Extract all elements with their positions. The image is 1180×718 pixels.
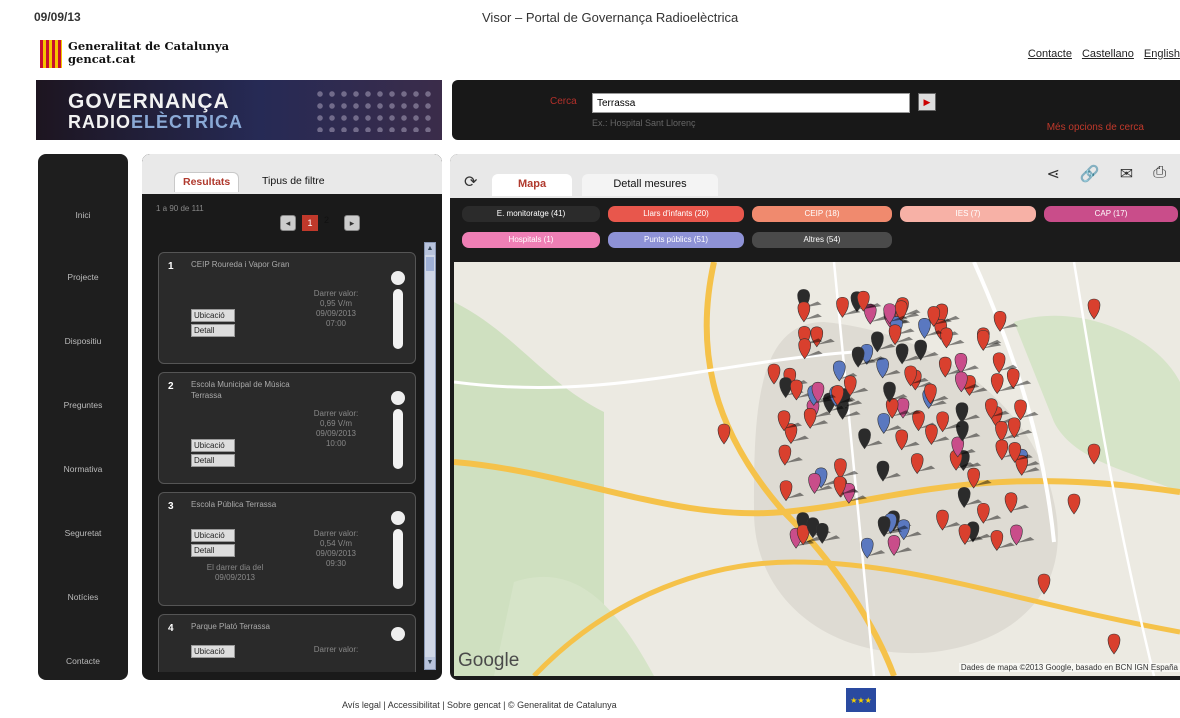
mail-icon[interactable]: ✉ xyxy=(1120,164,1133,184)
sidebar-item-preguntes[interactable]: Preguntes xyxy=(38,400,128,410)
banner-line1: GOVERNANÇA xyxy=(68,90,230,113)
pager-page-2[interactable]: 2 xyxy=(324,215,338,231)
filter-chip[interactable]: Punts públics (51) xyxy=(608,232,744,248)
filter-chip[interactable]: CAP (17) xyxy=(1044,206,1178,222)
map-canvas[interactable]: Google Dades de mapa ©2013 Google, basad… xyxy=(454,262,1180,676)
item-number: 3 xyxy=(168,501,174,512)
level-meter-icon xyxy=(391,391,405,471)
link-english[interactable]: English xyxy=(1144,48,1180,60)
map-base xyxy=(454,262,1180,676)
item-values: Darrer valor: 0,95 V/m 09/09/2013 07:00 xyxy=(313,289,359,328)
print-date: 09/09/13 xyxy=(34,10,81,24)
share-icon[interactable]: ⋖ xyxy=(1046,164,1059,184)
locate-button[interactable]: Ubicació xyxy=(191,309,235,322)
list-item[interactable]: 3 Escola Pública Terrassa Ubicació Detal… xyxy=(158,492,416,606)
tab-tipus-filtre[interactable]: Tipus de filtre xyxy=(254,172,333,192)
detail-button[interactable]: Detall xyxy=(191,544,235,557)
gencat-domain: gencat.cat xyxy=(68,52,136,66)
sidebar-item-projecte[interactable]: Projecte xyxy=(38,272,128,282)
list-item[interactable]: 4 Parque Plató Terrassa Ubicació Darrer … xyxy=(158,614,416,672)
link-castellano[interactable]: Castellano xyxy=(1082,48,1134,60)
results-list: 1 CEIP Roureda i Vapor Gran Ubicació Det… xyxy=(150,246,424,672)
search-hint: Ex.: Hospital Sant Llorenç xyxy=(592,118,696,128)
item-values: Darrer valor: 0,69 V/m 09/09/2013 10:00 xyxy=(313,409,359,448)
item-number: 2 xyxy=(168,381,174,392)
locate-button[interactable]: Ubicació xyxy=(191,645,235,658)
scroll-down-icon[interactable]: ▼ xyxy=(425,657,435,669)
google-logo: Google xyxy=(458,650,520,671)
chevron-right-icon: ▸ xyxy=(349,217,355,228)
gencat-logo[interactable]: Generalitat de Catalunya gencat.cat xyxy=(40,40,229,68)
level-meter-icon xyxy=(391,627,405,672)
filter-chip[interactable]: IES (7) xyxy=(900,206,1036,222)
play-icon: ▶ xyxy=(923,96,931,107)
tab-mapa[interactable]: Mapa xyxy=(492,174,572,196)
detail-button[interactable]: Detall xyxy=(191,324,235,337)
link-contacte[interactable]: Contacte xyxy=(1028,48,1072,60)
senyera-icon xyxy=(40,40,62,68)
search-input[interactable] xyxy=(592,93,910,113)
search-go-button[interactable]: ▶ xyxy=(918,93,936,111)
filter-chip[interactable]: Altres (54) xyxy=(752,232,892,248)
locate-button[interactable]: Ubicació xyxy=(191,529,235,542)
item-values: Darrer valor: xyxy=(313,645,359,654)
sidebar-item-noticies[interactable]: Notícies xyxy=(38,592,128,602)
search-bar: Cerca ▶ Ex.: Hospital Sant Llorenç Més o… xyxy=(452,80,1180,140)
print-icon[interactable]: ⎙ xyxy=(1153,164,1166,184)
level-meter-icon xyxy=(391,511,405,591)
search-label: Cerca xyxy=(550,96,577,107)
refresh-icon[interactable]: ⟳ xyxy=(464,172,477,192)
item-values: Darrer valor: 0,54 V/m 09/09/2013 09:30 xyxy=(313,529,359,568)
item-name: CEIP Roureda i Vapor Gran xyxy=(191,260,290,269)
print-header: 09/09/13 Visor – Portal de Governança Ra… xyxy=(34,10,1180,26)
filter-chip[interactable]: Llars d'infants (20) xyxy=(608,206,744,222)
results-panel: Resultats Tipus de filtre 1 a 90 de 111 … xyxy=(142,154,442,680)
site-banner[interactable]: GOVERNANÇA RADIOELÈCTRICA xyxy=(36,80,442,140)
filter-chip[interactable]: E. monitoratge (41) xyxy=(462,206,600,222)
scroll-thumb[interactable] xyxy=(426,257,434,271)
sidebar-item-inici[interactable]: Inici xyxy=(38,210,128,220)
sidebar-item-seguretat[interactable]: Seguretat xyxy=(38,528,128,538)
item-number: 4 xyxy=(168,623,174,634)
results-scrollbar[interactable]: ▲ ▼ xyxy=(424,242,436,670)
sidebar-nav: Inici Projecte Dispositiu Preguntes Norm… xyxy=(38,154,128,680)
footer-links: Avís legal | Accessibilitat | Sobre genc… xyxy=(342,700,617,710)
item-name: Escola Pública Terrassa xyxy=(191,500,277,509)
results-count: 1 a 90 de 111 xyxy=(156,204,204,213)
locate-button[interactable]: Ubicació xyxy=(191,439,235,452)
print-title: Visor – Portal de Governança Radioelèctr… xyxy=(482,10,739,25)
filter-chip[interactable]: CEIP (18) xyxy=(752,206,892,222)
top-links: Contacte Castellano English xyxy=(1028,48,1180,60)
banner-line2: RADIOELÈCTRICA xyxy=(68,112,243,132)
tab-detall-mesures[interactable]: Detall mesures xyxy=(582,174,718,196)
link-icon[interactable]: 🔗 xyxy=(1080,164,1100,184)
item-note: El darrer dia del 09/09/2013 xyxy=(206,563,264,582)
pager-prev-button[interactable]: ◂ xyxy=(280,215,296,231)
eu-flag-icon: ★★★ xyxy=(846,688,876,712)
sidebar-item-contacte[interactable]: Contacte xyxy=(38,656,128,666)
chevron-left-icon: ◂ xyxy=(285,217,291,228)
tab-resultats[interactable]: Resultats xyxy=(174,172,240,192)
item-name: Parque Plató Terrassa xyxy=(191,622,271,631)
item-name: Escola Municipal de Música Terrassa xyxy=(191,380,290,400)
scroll-up-icon[interactable]: ▲ xyxy=(425,243,435,255)
legend-filters: E. monitoratge (41) Llars d'infants (20)… xyxy=(458,204,1178,258)
list-item[interactable]: 1 CEIP Roureda i Vapor Gran Ubicació Det… xyxy=(158,252,416,364)
detail-button[interactable]: Detall xyxy=(191,454,235,467)
more-search-options-link[interactable]: Més opcions de cerca xyxy=(1047,122,1144,133)
sidebar-item-dispositiu[interactable]: Dispositiu xyxy=(38,336,128,346)
banner-dots xyxy=(314,88,434,132)
level-meter-icon xyxy=(391,271,405,351)
map-panel: ⟳ Mapa Detall mesures ⋖ 🔗 ✉ ⎙ E. monitor… xyxy=(450,154,1180,680)
sidebar-item-normativa[interactable]: Normativa xyxy=(38,464,128,474)
pager-current[interactable]: 1 xyxy=(302,215,318,231)
pager: ◂ 1 2 ▸ xyxy=(280,214,360,232)
item-number: 1 xyxy=(168,261,174,272)
filter-chip[interactable]: Hospitals (1) xyxy=(462,232,600,248)
map-toolbar: ⋖ 🔗 ✉ ⎙ xyxy=(1046,164,1166,184)
map-attribution: Dades de mapa ©2013 Google, basado en BC… xyxy=(958,663,1180,672)
list-item[interactable]: 2 Escola Municipal de Música Terrassa Ub… xyxy=(158,372,416,484)
pager-next-button[interactable]: ▸ xyxy=(344,215,360,231)
